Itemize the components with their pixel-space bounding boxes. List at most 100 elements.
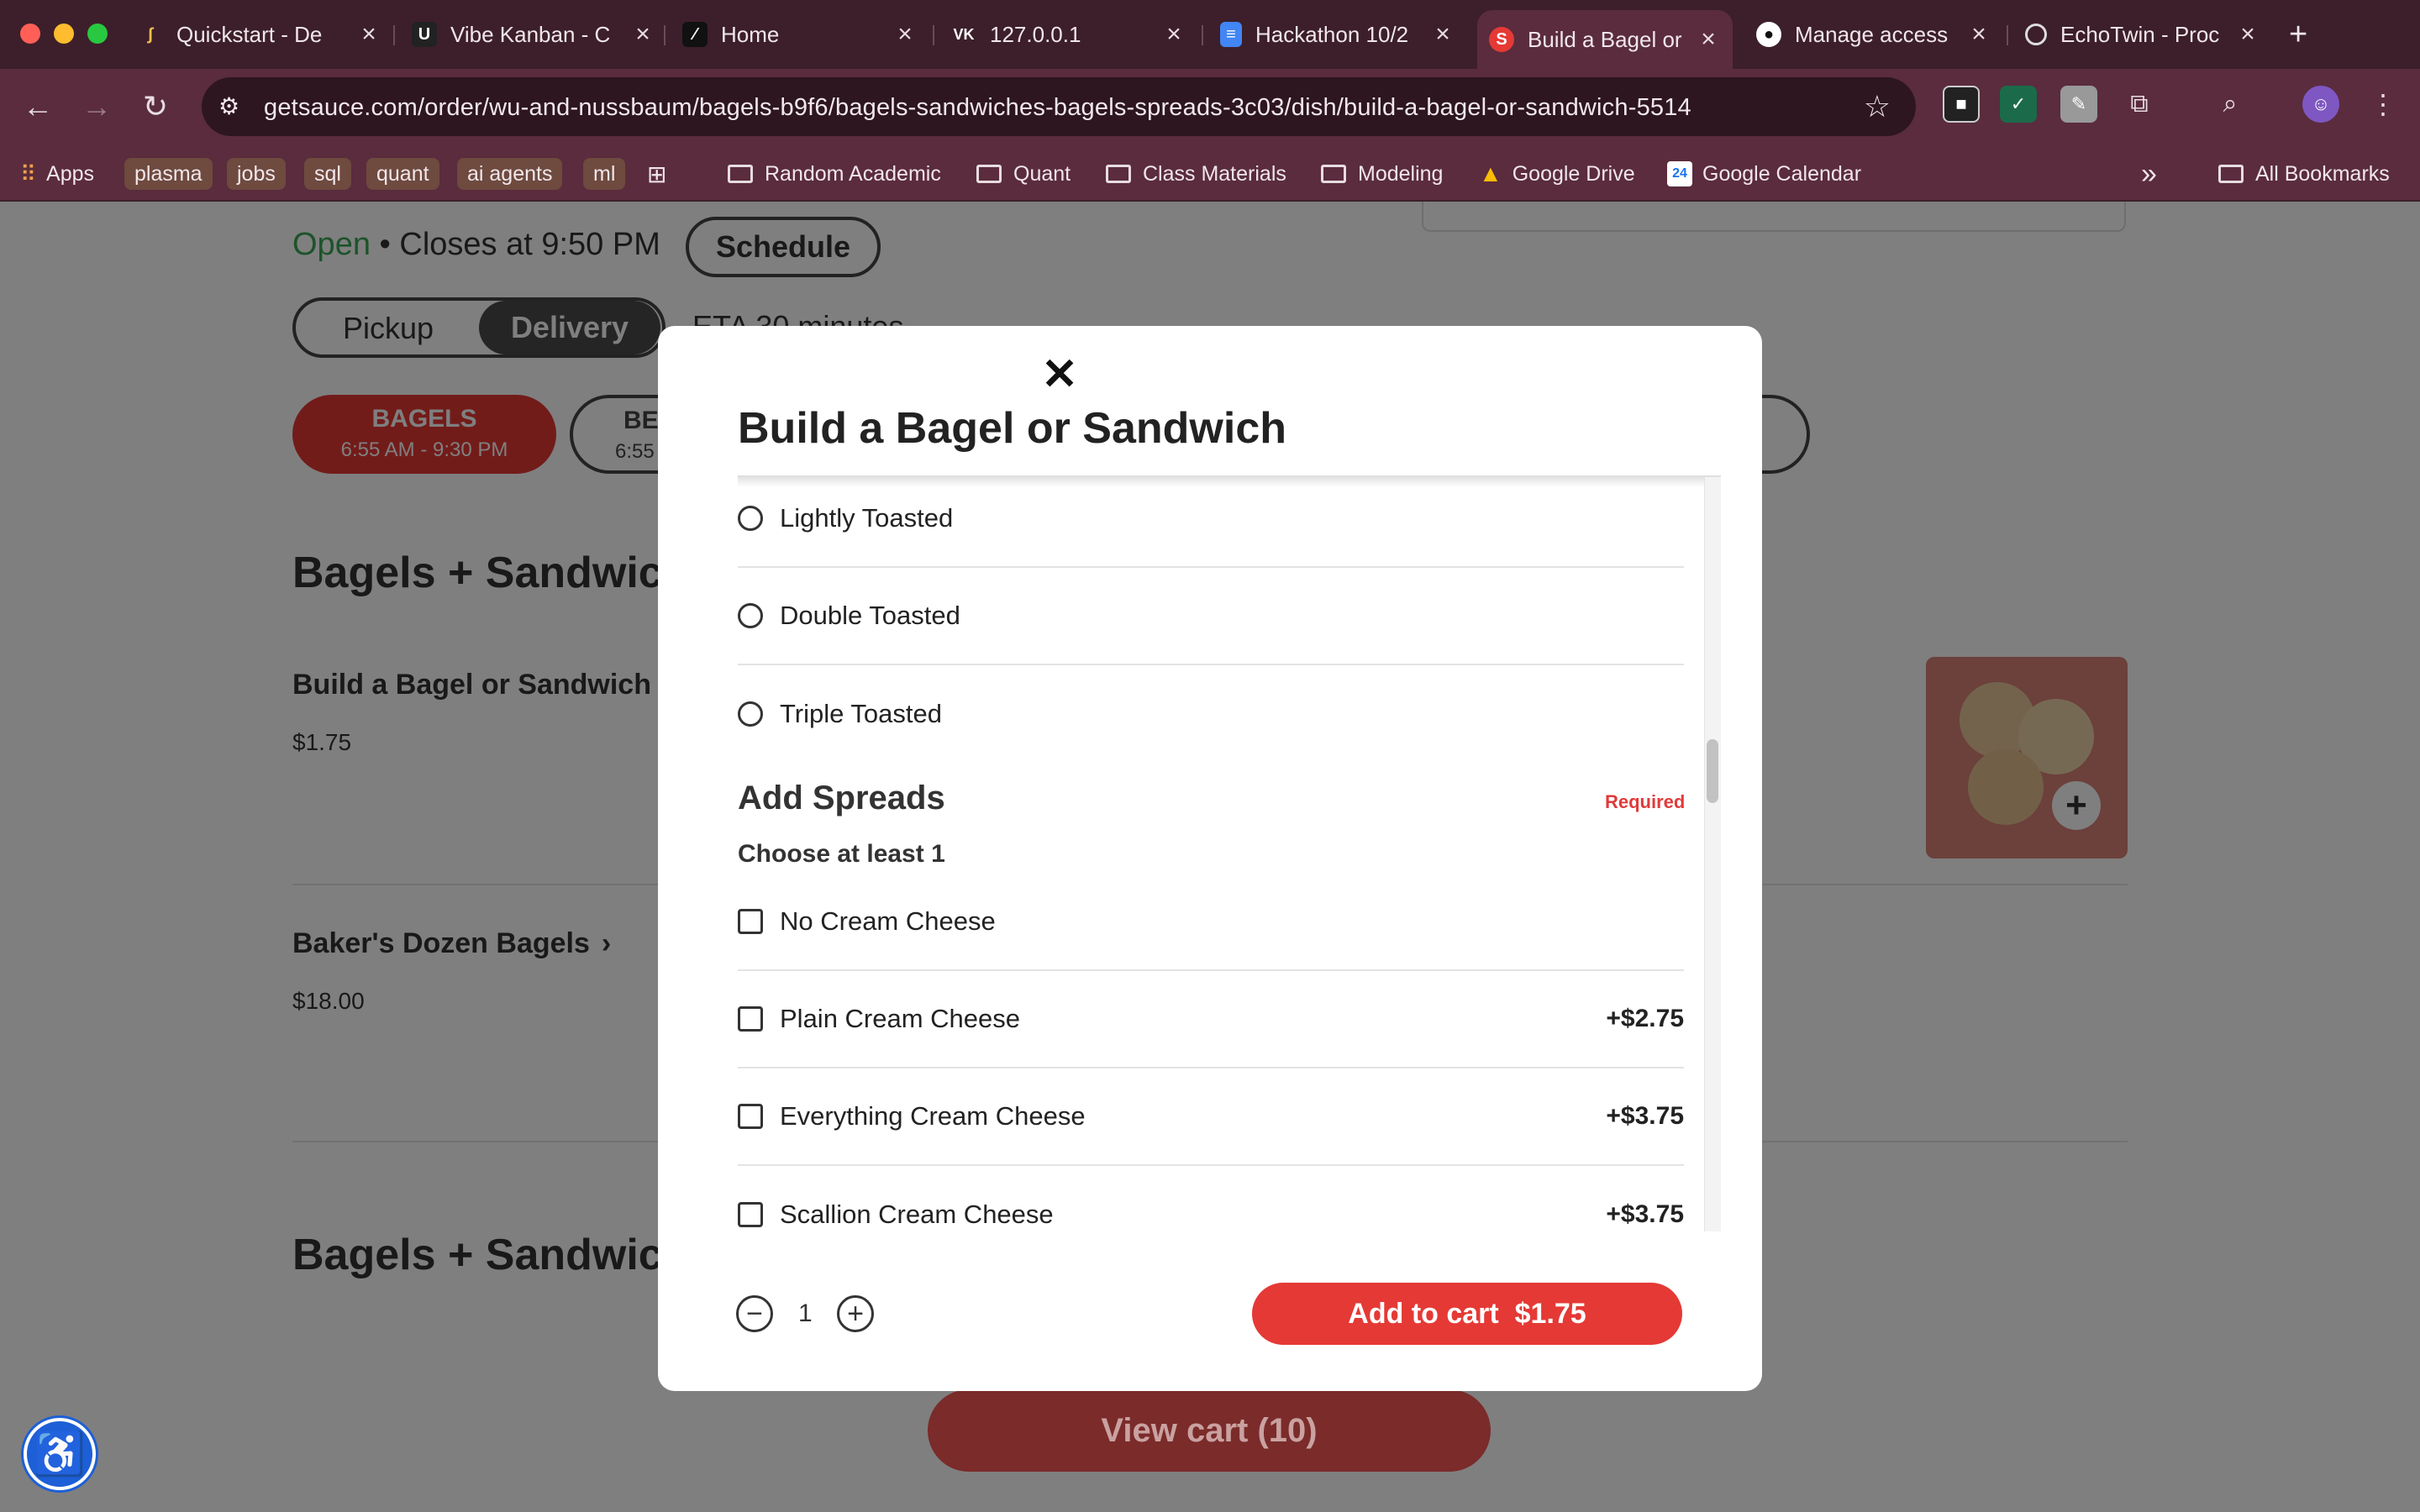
folder-icon xyxy=(728,165,753,183)
docs-icon: ≡ xyxy=(1220,22,1242,47)
home-slash-icon: ⁄ xyxy=(682,22,708,47)
modal-scrollbar-thumb[interactable] xyxy=(1707,739,1718,803)
tab-echotwin[interactable]: EchoTwin - Proc × xyxy=(2025,10,2260,59)
close-tab-icon[interactable]: × xyxy=(630,20,655,49)
tab-title: Quickstart - De xyxy=(176,21,323,47)
bookmark-sql[interactable]: sql xyxy=(304,158,351,190)
bookmark-quant[interactable]: quant xyxy=(366,158,439,190)
forward-button[interactable]: → xyxy=(76,86,118,128)
radio-button[interactable] xyxy=(738,506,763,531)
radio-button[interactable] xyxy=(738,701,763,727)
bookmark-folder-modeling[interactable]: Modeling xyxy=(1321,158,1443,190)
view-cart-button[interactable]: View cart (10) xyxy=(928,1389,1491,1472)
quantity-value: 1 xyxy=(798,1299,813,1327)
bookmark-apps[interactable]: ⠿ Apps xyxy=(20,158,94,190)
plus-icon: + xyxy=(2289,16,2308,52)
profile-avatar[interactable]: ☺ xyxy=(2302,86,2339,123)
bookmark-ml[interactable]: ml xyxy=(583,158,626,190)
bookmark-folder-random-academic[interactable]: Random Academic xyxy=(728,158,941,190)
new-tab-button[interactable]: + xyxy=(2289,10,2323,59)
cast-search-icon[interactable]: ⌕ xyxy=(2212,86,2249,123)
notes-extension-icon[interactable]: ✎ xyxy=(2060,86,2097,123)
accessibility-icon[interactable]: ♿ xyxy=(24,1418,96,1490)
menu-kebab-icon[interactable]: ⋮ xyxy=(2365,86,2402,123)
bookmark-all-bookmarks[interactable]: All Bookmarks xyxy=(2218,158,2390,190)
grammar-extension-icon[interactable]: ✓ xyxy=(2000,86,2037,123)
plus-icon: + xyxy=(847,1298,864,1330)
close-tab-icon[interactable]: × xyxy=(1161,20,1186,49)
arrow-right-icon: → xyxy=(82,89,112,123)
radio-button[interactable] xyxy=(738,603,763,628)
required-badge: Required xyxy=(1605,791,1686,812)
reload-icon: ↻ xyxy=(142,89,169,123)
spread-option[interactable]: No Cream Cheese xyxy=(738,874,1684,971)
url-text: getsauce.com/order/wu-and-nussbaum/bagel… xyxy=(264,94,1691,121)
folder-icon xyxy=(2218,165,2244,183)
close-tab-icon[interactable]: × xyxy=(2235,20,2260,49)
spreads-heading: Add Spreads xyxy=(738,780,945,816)
modal-scrollbar[interactable] xyxy=(1704,477,1721,1231)
toast-option-double[interactable]: Double Toasted xyxy=(738,568,1684,665)
tab-title: Build a Bagel or xyxy=(1528,26,1682,52)
zoom-window-button[interactable] xyxy=(87,24,108,44)
tab-groups-icon[interactable]: ⊞ xyxy=(647,158,666,190)
address-bar[interactable]: ⚙ getsauce.com/order/wu-and-nussbaum/bag… xyxy=(202,77,1916,136)
bookmark-google-drive[interactable]: ▲ Google Drive xyxy=(1479,158,1635,190)
folder-icon xyxy=(976,165,1002,183)
globe-icon xyxy=(2025,24,2047,45)
quickstart-icon: ∫ xyxy=(148,24,153,44)
bookmarks-bar: ⠿ Apps plasma jobs sql quant ai agents m… xyxy=(0,146,2420,202)
folder-icon xyxy=(1106,165,1131,183)
toast-option-lightly[interactable]: Lightly Toasted xyxy=(738,470,1684,568)
browser-toolbar: ← → ↻ ⚙ getsauce.com/order/wu-and-nussba… xyxy=(0,69,2420,146)
close-tab-icon[interactable]: × xyxy=(1966,20,1991,49)
tab-strip: ∫ Quickstart - De × U Vibe Kanban - C × … xyxy=(0,0,2420,69)
close-tab-icon[interactable]: × xyxy=(356,20,381,49)
tab-quickstart[interactable]: ∫ Quickstart - De × xyxy=(138,10,381,59)
bookmarks-overflow-icon[interactable]: » xyxy=(2141,158,2157,190)
close-tab-icon[interactable]: × xyxy=(1430,20,1455,49)
folder-icon xyxy=(1321,165,1346,183)
star-icon[interactable]: ☆ xyxy=(1864,89,1891,124)
close-tab-icon[interactable]: × xyxy=(1696,25,1721,54)
tab-localhost[interactable]: VK 127.0.0.1 × xyxy=(951,10,1186,59)
reload-button[interactable]: ↻ xyxy=(134,86,176,128)
toast-option-triple[interactable]: Triple Toasted xyxy=(738,665,1684,763)
tab-vibe-kanban[interactable]: U Vibe Kanban - C × xyxy=(412,10,655,59)
extensions-icon[interactable]: ⧉ xyxy=(2121,86,2158,123)
tab-title: EchoTwin - Proc xyxy=(2060,21,2220,47)
tab-home[interactable]: ⁄ Home × xyxy=(682,10,918,59)
site-info-icon[interactable]: ⚙ xyxy=(218,92,239,120)
decrease-quantity-button[interactable]: − xyxy=(736,1295,773,1332)
bookmark-jobs[interactable]: jobs xyxy=(227,158,286,190)
spread-option[interactable]: Everything Cream Cheese +$3.75 xyxy=(738,1068,1684,1166)
bookmark-folder-quant[interactable]: Quant xyxy=(976,158,1071,190)
spread-option[interactable]: Plain Cream Cheese +$2.75 xyxy=(738,971,1684,1068)
checkbox[interactable] xyxy=(738,909,763,934)
close-window-button[interactable] xyxy=(20,24,40,44)
lock-extension-icon[interactable]: ■ xyxy=(1943,86,1980,123)
bookmark-folder-class-materials[interactable]: Class Materials xyxy=(1106,158,1286,190)
bookmark-plasma[interactable]: plasma xyxy=(124,158,213,190)
tab-title: Manage access xyxy=(1795,21,1949,47)
back-button[interactable]: ← xyxy=(17,86,59,128)
scroll-clip xyxy=(738,1231,1687,1250)
close-tab-icon[interactable]: × xyxy=(892,20,918,49)
tab-manage-access[interactable]: ● Manage access × xyxy=(1756,10,1991,59)
increase-quantity-button[interactable]: + xyxy=(837,1295,874,1332)
google-calendar-icon: 24 xyxy=(1667,161,1692,186)
tab-build-a-bagel[interactable]: S Build a Bagel or × xyxy=(1477,10,1733,69)
bookmark-ai-agents[interactable]: ai agents xyxy=(457,158,563,190)
tab-hackathon[interactable]: ≡ Hackathon 10/2 × xyxy=(1220,10,1455,59)
minimize-window-button[interactable] xyxy=(54,24,74,44)
add-to-cart-button[interactable]: Add to cart $1.75 xyxy=(1252,1283,1682,1345)
sauce-icon: S xyxy=(1489,27,1514,52)
checkbox[interactable] xyxy=(738,1202,763,1227)
bookmark-google-calendar[interactable]: 24 Google Calendar xyxy=(1667,158,1861,190)
checkbox[interactable] xyxy=(738,1006,763,1032)
tab-title: Vibe Kanban - C xyxy=(450,21,611,47)
vk-icon: VK xyxy=(953,25,975,43)
checkbox[interactable] xyxy=(738,1104,763,1129)
close-icon[interactable]: ✕ xyxy=(1039,350,1080,399)
minus-icon: − xyxy=(746,1298,763,1330)
